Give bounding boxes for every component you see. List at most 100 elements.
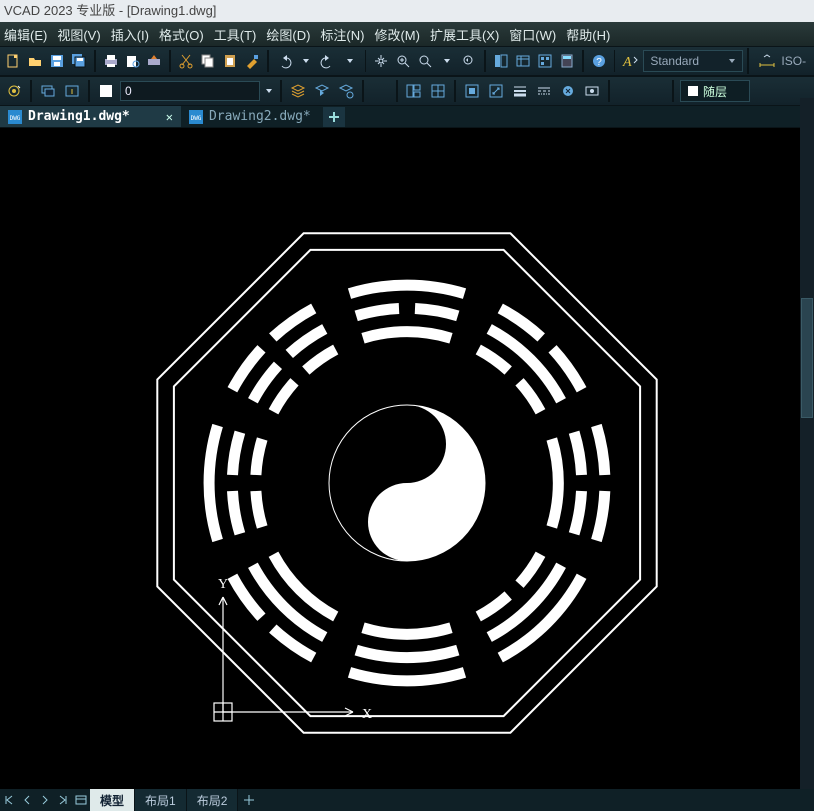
cut-icon[interactable] xyxy=(177,51,195,71)
toolbar-separator xyxy=(362,80,364,102)
saveall-icon[interactable] xyxy=(70,51,88,71)
scrollbar-thumb[interactable] xyxy=(801,298,813,418)
redo-dropdown-icon[interactable] xyxy=(341,51,359,71)
tab-drawing1[interactable]: DWG Drawing1.dwg* ✕ xyxy=(0,106,181,127)
cad-drawing: X Y xyxy=(0,128,814,798)
tab-model[interactable]: 模型 xyxy=(90,789,135,811)
tool-palette-icon[interactable] xyxy=(536,51,554,71)
menu-bar: 编辑(E) 视图(V) 插入(I) 格式(O) 工具(T) 绘图(D) 标注(N… xyxy=(0,22,814,46)
layer-iso-icon[interactable] xyxy=(38,81,58,101)
tab-nav-prev-icon[interactable] xyxy=(18,790,36,810)
ucs-y-label: Y xyxy=(218,577,228,592)
tab-list-icon[interactable] xyxy=(72,790,90,810)
menu-ext[interactable]: 扩展工具(X) xyxy=(430,25,499,44)
zoom-dropdown-icon[interactable] xyxy=(438,51,456,71)
text-style-value: Standard xyxy=(650,54,699,68)
menu-dim[interactable]: 标注(N) xyxy=(320,25,364,44)
tab-nav-first-icon[interactable] xyxy=(0,790,18,810)
drawing-canvas[interactable]: X Y xyxy=(0,128,814,798)
title-bar: VCAD 2023 专业版 - [Drawing1.dwg] xyxy=(0,0,814,22)
menu-format[interactable]: 格式(O) xyxy=(159,25,204,44)
text-style-a-icon[interactable]: A xyxy=(621,51,639,71)
viewport-clip-icon[interactable] xyxy=(462,81,482,101)
design-center-icon[interactable] xyxy=(514,51,532,71)
tab-nav-next-icon[interactable] xyxy=(36,790,54,810)
layer-name-input[interactable]: 0 xyxy=(120,81,260,101)
text-style-dropdown[interactable]: Standard xyxy=(643,50,743,72)
dim-style-group: ISO- xyxy=(747,48,810,74)
toolbar-layers: 0 随层 xyxy=(0,76,814,106)
bylayer-dropdown[interactable]: 随层 xyxy=(680,80,750,102)
layout-add-icon[interactable] xyxy=(238,795,260,805)
match-prop-icon[interactable] xyxy=(243,51,261,71)
props-icon[interactable] xyxy=(492,51,510,71)
menu-tools[interactable]: 工具(T) xyxy=(214,25,257,44)
save-icon[interactable] xyxy=(48,51,66,71)
paste-icon[interactable] xyxy=(221,51,239,71)
layer-manager-icon[interactable] xyxy=(288,81,308,101)
menu-view[interactable]: 视图(V) xyxy=(57,25,100,44)
close-icon[interactable]: ✕ xyxy=(166,110,173,124)
document-tabs: DWG Drawing1.dwg* ✕ DWG Drawing2.dwg* xyxy=(0,106,814,128)
menu-modify[interactable]: 修改(M) xyxy=(374,25,420,44)
zoom-realtime-icon[interactable] xyxy=(394,51,412,71)
publish-icon[interactable] xyxy=(146,51,164,71)
tab-layout2[interactable]: 布局2 xyxy=(187,789,239,811)
toolbar-separator xyxy=(88,80,90,102)
hide-icon[interactable] xyxy=(582,81,602,101)
toolbar-separator xyxy=(94,50,96,72)
layout-tabs: 模型 布局1 布局2 xyxy=(0,789,814,811)
viewport-icon[interactable] xyxy=(404,81,424,101)
layer-previous-icon[interactable] xyxy=(312,81,332,101)
menu-edit[interactable]: 编辑(E) xyxy=(4,25,47,44)
render-icon[interactable] xyxy=(558,81,578,101)
tab-label: Drawing1.dwg* xyxy=(28,109,130,124)
undo-icon[interactable] xyxy=(275,51,293,71)
color-white-icon[interactable] xyxy=(96,81,116,101)
print-icon[interactable] xyxy=(102,51,120,71)
menu-draw[interactable]: 绘图(D) xyxy=(266,25,310,44)
copy-icon[interactable] xyxy=(199,51,217,71)
zoom-previous-icon[interactable] xyxy=(460,51,478,71)
vertical-scrollbar[interactable] xyxy=(800,98,814,789)
open-icon[interactable] xyxy=(26,51,44,71)
tab-add-button[interactable] xyxy=(323,107,345,127)
viewport-scale-icon[interactable] xyxy=(486,81,506,101)
toolbar-separator xyxy=(484,50,486,72)
toolbar-separator xyxy=(608,80,610,102)
tab-layout1[interactable]: 布局1 xyxy=(135,789,187,811)
undo-dropdown-icon[interactable] xyxy=(297,51,315,71)
toolbar-separator xyxy=(169,50,171,72)
svg-text:?: ? xyxy=(596,57,602,68)
toolbar-separator xyxy=(582,50,584,72)
calc-icon[interactable] xyxy=(558,51,576,71)
help-icon[interactable]: ? xyxy=(590,51,608,71)
pan-icon[interactable] xyxy=(372,51,390,71)
tab-drawing2[interactable]: DWG Drawing2.dwg* xyxy=(181,106,319,127)
svg-text:DWG: DWG xyxy=(191,115,202,122)
print-preview-icon[interactable] xyxy=(124,51,142,71)
dim-style-icon[interactable] xyxy=(757,51,777,71)
ucs-x-label: X xyxy=(362,707,372,722)
layer-off-icon[interactable] xyxy=(62,81,82,101)
viewport-2-icon[interactable] xyxy=(428,81,448,101)
menu-insert[interactable]: 插入(I) xyxy=(111,25,149,44)
toolbar-separator xyxy=(454,80,456,102)
tab-layout1-label: 布局1 xyxy=(145,792,176,809)
tab-nav-last-icon[interactable] xyxy=(54,790,72,810)
layer-name-value: 0 xyxy=(125,84,132,98)
linetype-icon[interactable] xyxy=(534,81,554,101)
zoom-window-icon[interactable] xyxy=(416,51,434,71)
menu-help[interactable]: 帮助(H) xyxy=(566,25,610,44)
layer-walk-icon[interactable] xyxy=(336,81,356,101)
dropdown-icon[interactable] xyxy=(264,83,274,99)
menu-window[interactable]: 窗口(W) xyxy=(509,25,556,44)
color-swatch-icon xyxy=(687,85,699,97)
tab-model-label: 模型 xyxy=(100,792,124,809)
lineweight-icon[interactable] xyxy=(510,81,530,101)
new-icon[interactable] xyxy=(4,51,22,71)
bylayer-value: 随层 xyxy=(703,83,727,100)
toolbar-separator xyxy=(280,80,282,102)
redo-icon[interactable] xyxy=(319,51,337,71)
layer-state-icon[interactable] xyxy=(4,81,24,101)
